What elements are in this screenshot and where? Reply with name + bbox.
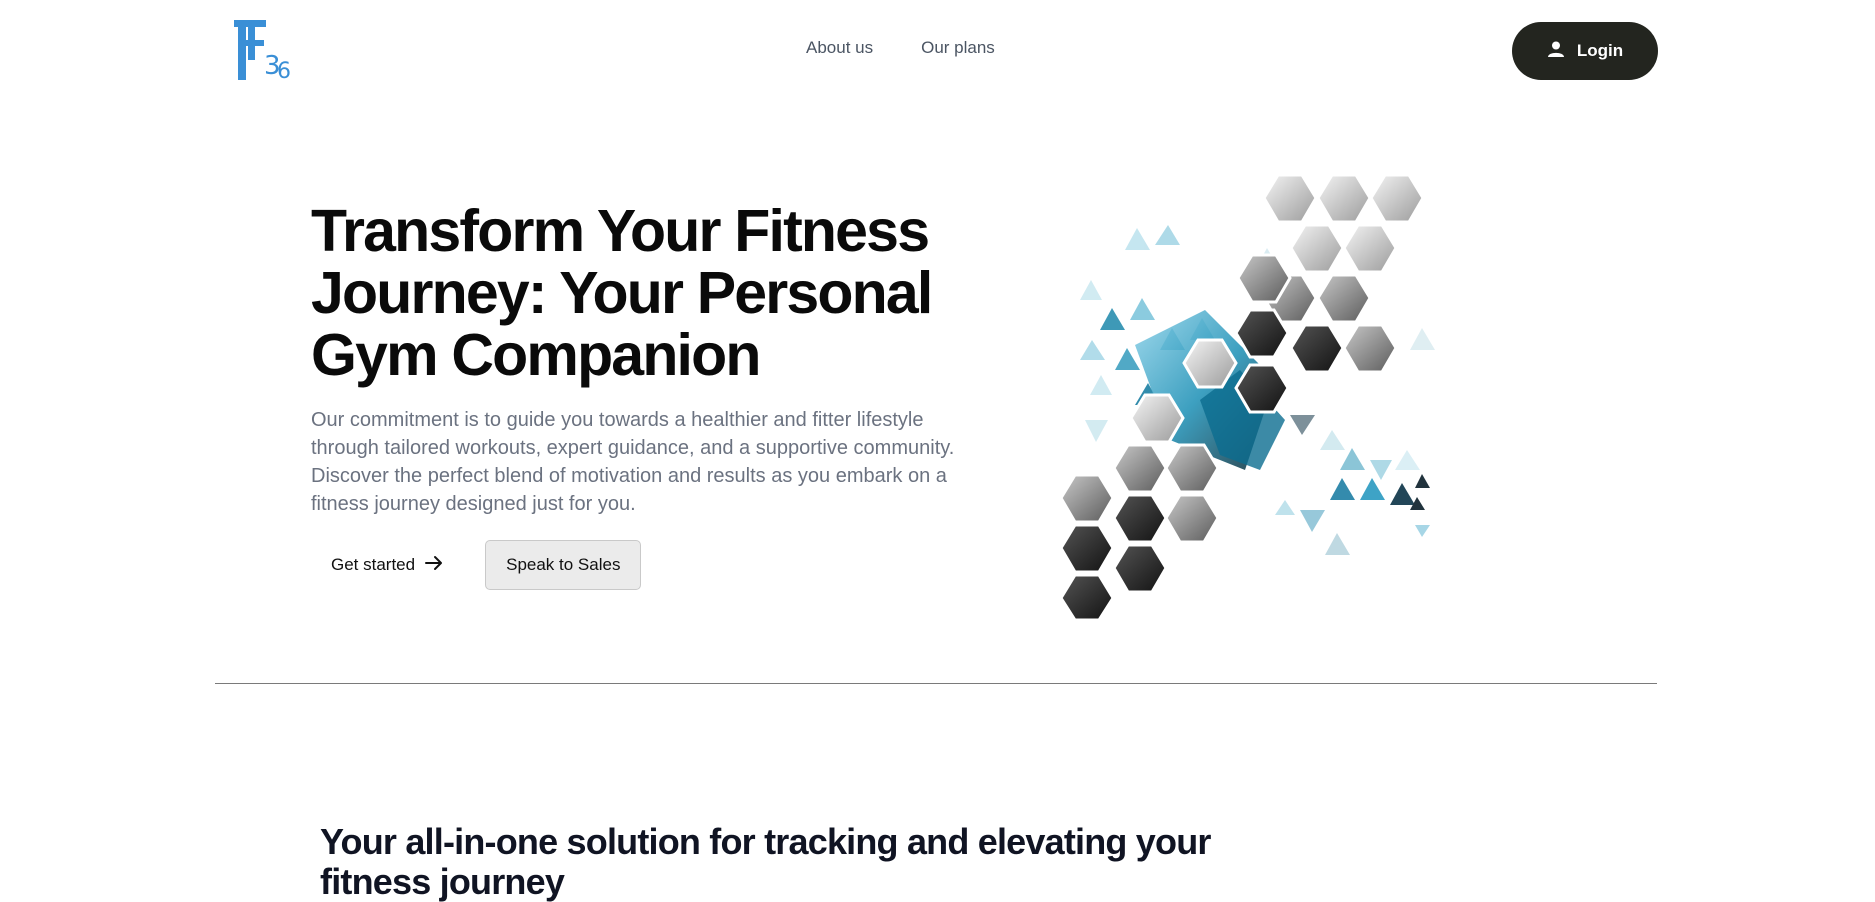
nav-our-plans[interactable]: Our plans (921, 38, 995, 58)
user-icon (1547, 40, 1565, 63)
hero-title-line-1: Transform Your Fitness (311, 198, 930, 264)
logo[interactable]: 3 6 (234, 18, 296, 84)
main-nav: About us Our plans (806, 38, 995, 58)
hero-cta-row: Get started Speak to Sales (311, 540, 642, 590)
login-label: Login (1576, 41, 1624, 60)
login-button[interactable]: Login (1512, 22, 1658, 80)
hero-section: Transform Your Fitness Journey: Your Per… (311, 200, 991, 518)
hexagon-pattern-image (1059, 173, 1435, 622)
hero-illustration (1040, 170, 1440, 622)
hero-title-line-2: Journey: Your Personal (311, 260, 933, 326)
get-started-label: Get started (331, 555, 416, 574)
hero-title-line-3: Gym Companion (311, 322, 761, 388)
get-started-button[interactable]: Get started (311, 540, 463, 590)
section-divider (215, 683, 1657, 684)
hero-description: Our commitment is to guide you towards a… (311, 409, 955, 515)
f36-logo-icon: 3 6 (234, 20, 291, 84)
section-title: Your all-in-one solution for tracking an… (320, 821, 1211, 902)
svg-text:6: 6 (277, 59, 291, 84)
site-header: 3 6 About us Our plans Login (0, 0, 1875, 100)
hero-title: Transform Your Fitness Journey: Your Per… (311, 200, 991, 386)
speak-to-sales-button[interactable]: Speak to Sales (485, 540, 642, 590)
arrow-right-icon (425, 555, 443, 576)
nav-about-us[interactable]: About us (806, 38, 873, 58)
